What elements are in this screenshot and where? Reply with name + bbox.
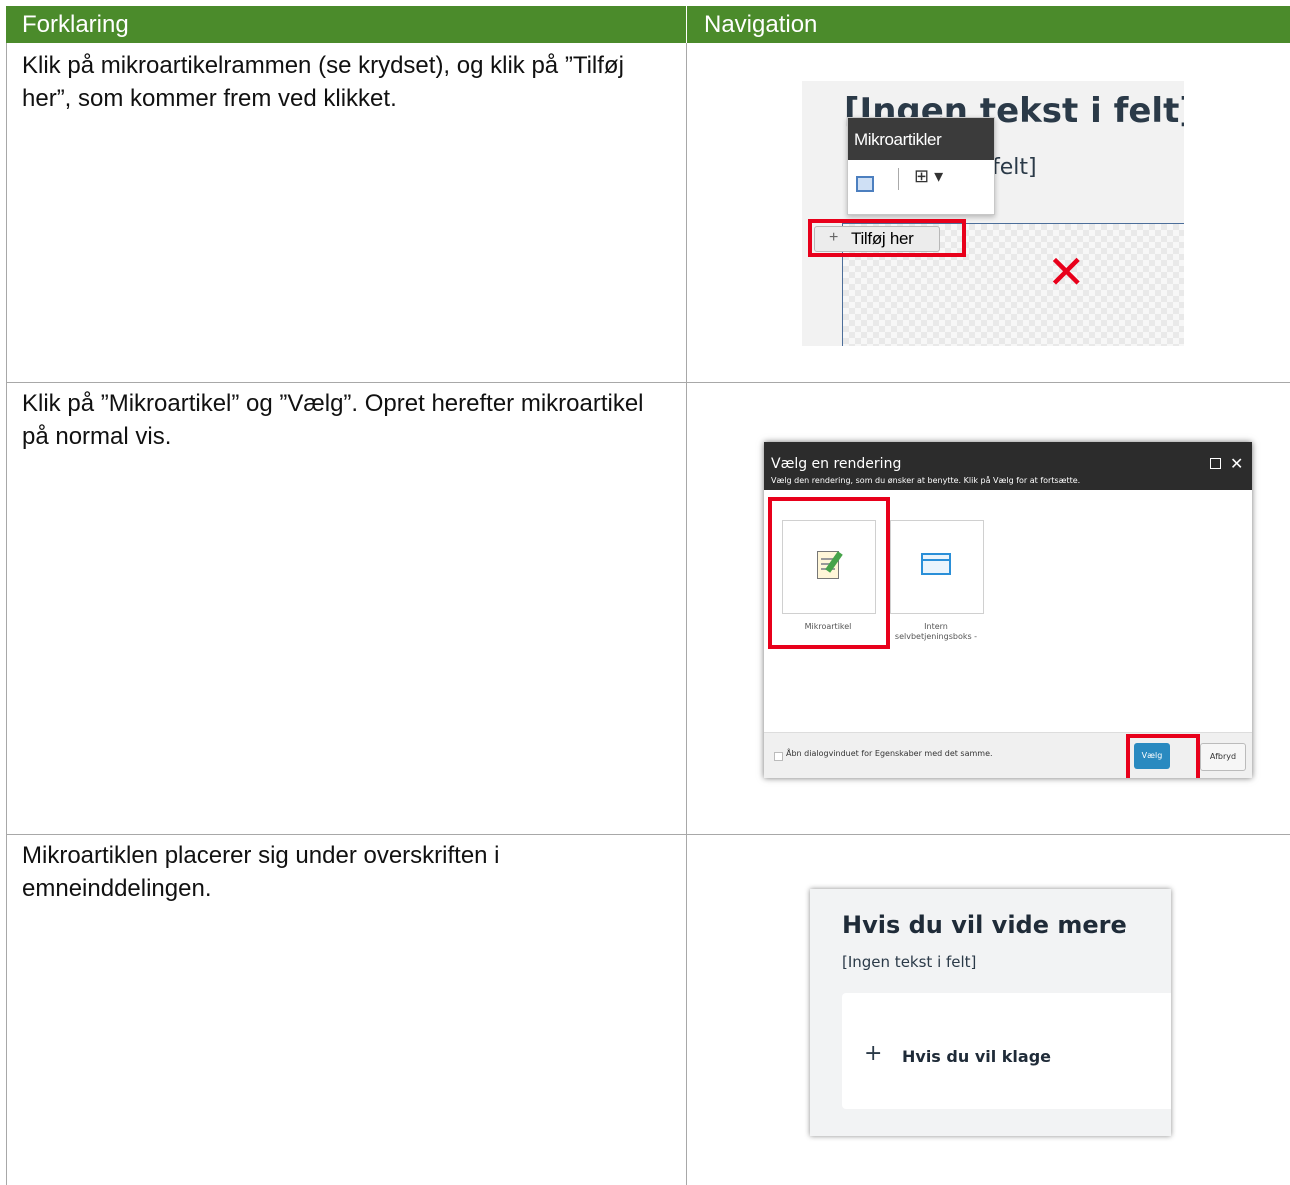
popup-title: Mikroartikler (848, 118, 994, 160)
screenshot-add-here: [Ingen tekst i felt] felt] Mikroartikler… (802, 81, 1184, 346)
screenshot-result: Hvis du vil vide mere [Ingen tekst i fel… (810, 889, 1171, 1136)
close-icon[interactable]: ✕ (1230, 454, 1243, 473)
table-border-left (6, 43, 7, 1185)
tree-dropdown-icon[interactable]: ⊞ ▾ (914, 166, 943, 187)
page-subtitle-fragment: felt] (992, 155, 1037, 180)
dialog-header: Vælg en rendering Vælg den rendering, so… (764, 442, 1252, 490)
open-properties-label: Åbn dialogvinduet for Egenskaber med det… (786, 749, 993, 758)
tile-intern-selvbetjeningsboks[interactable] (890, 520, 984, 614)
instruction-table: Forklaring Navigation Klik på mikroartik… (6, 6, 1290, 1185)
plus-icon[interactable]: + (864, 1043, 882, 1065)
properties-icon[interactable] (856, 176, 874, 192)
highlight-box-select (1126, 734, 1200, 778)
cross-mark-icon: ✕ (1047, 245, 1086, 299)
section-title: Hvis du vil vide mere (842, 911, 1127, 939)
row-2-explanation: Klik på ”Mikroartikel” og ”Vælg”. Opret … (22, 390, 644, 450)
table-column-divider (686, 43, 687, 1185)
row-divider-2 (6, 834, 1290, 835)
window-icon (921, 553, 951, 575)
accordion-item-label[interactable]: Hvis du vil klage (902, 1047, 1051, 1066)
dialog-title: Vælg en rendering (771, 456, 902, 472)
cancel-button[interactable]: Afbryd (1200, 743, 1246, 771)
tile-intern-label: Intern selvbetjeningsboks - (894, 622, 978, 641)
screenshot-rendering-dialog: Vælg en rendering Vælg den rendering, so… (764, 442, 1252, 778)
highlight-box-add-here (808, 219, 966, 257)
microarticles-popup: Mikroartikler ⊞ ▾ (847, 117, 995, 215)
maximize-icon[interactable] (1210, 458, 1221, 469)
accordion-card: + Hvis du vil klage (842, 993, 1171, 1109)
row-divider-1 (6, 382, 1290, 383)
row-3-explanation: Mikroartiklen placerer sig under overskr… (22, 842, 500, 902)
toolbar-divider (898, 168, 899, 190)
open-properties-checkbox[interactable] (774, 752, 783, 761)
header-navigation: Navigation (686, 6, 1290, 43)
highlight-box-mikroartikel (768, 497, 890, 649)
section-subtitle: [Ingen tekst i felt] (842, 953, 977, 971)
header-forklaring: Forklaring (6, 6, 686, 43)
row-1-explanation: Klik på mikroartikelrammen (se krydset),… (22, 52, 624, 112)
dialog-subtitle: Vælg den rendering, som du ønsker at ben… (771, 476, 1081, 485)
